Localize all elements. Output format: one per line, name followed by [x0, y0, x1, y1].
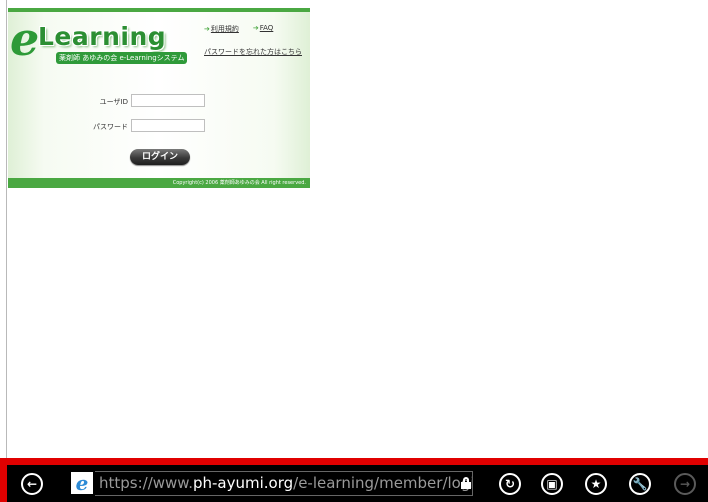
password-input[interactable]: [131, 119, 205, 132]
address-bar: ← e https://www.ph-ayumi.org/e-learning/…: [7, 465, 708, 502]
faq-link[interactable]: FAQ: [260, 24, 274, 32]
elearning-logo: e Learning 薬剤師 あゆみの会 e-Learningシステム: [8, 16, 208, 70]
browser-window: e Learning 薬剤師 あゆみの会 e-Learningシステム ➔利用規…: [0, 0, 708, 502]
logo-e-letter: e: [10, 12, 40, 66]
arrow-icon: ➔: [252, 24, 259, 32]
url-path: /e-learning/member/login.php: [293, 474, 472, 492]
password-label: パスワード: [93, 123, 128, 131]
back-icon[interactable]: ←: [21, 473, 43, 495]
ie-icon: e: [71, 472, 93, 494]
lock-icon[interactable]: [461, 477, 471, 489]
wrench-icon[interactable]: 🔧: [629, 473, 651, 495]
password-row: パスワード: [8, 119, 308, 135]
refresh-icon[interactable]: ↻: [499, 473, 521, 495]
copyright-footer: Copyright(c) 2006 薬剤師あゆみの会 All right res…: [8, 178, 310, 188]
header-links: ➔利用規約 ➔FAQ パスワードを忘れた方はこちら: [204, 24, 302, 70]
userid-input[interactable]: [131, 94, 205, 107]
url-field[interactable]: https://www.ph-ayumi.org/e-learning/memb…: [95, 471, 473, 496]
url-prefix: https://www.: [99, 474, 193, 492]
userid-row: ユーザID: [8, 94, 308, 110]
tabs-icon[interactable]: ▣: [541, 473, 563, 495]
faq-link-wrap: ➔FAQ: [253, 24, 273, 34]
star-icon[interactable]: ★: [585, 473, 607, 495]
userid-label: ユーザID: [99, 98, 128, 106]
arrow-icon: ➔: [204, 25, 210, 33]
logo-wordmark: Learning: [38, 22, 167, 51]
login-button[interactable]: ログイン: [130, 149, 190, 165]
login-panel: e Learning 薬剤師 あゆみの会 e-Learningシステム ➔利用規…: [8, 8, 310, 188]
terms-link[interactable]: 利用規約: [211, 25, 239, 33]
url-domain: ph-ayumi.org: [192, 474, 294, 492]
forward-icon: →: [674, 473, 696, 495]
logo-subtitle: 薬剤師 あゆみの会 e-Learningシステム: [56, 52, 188, 64]
forgot-password-link[interactable]: パスワードを忘れた方はこちら: [204, 47, 302, 57]
terms-link-wrap: ➔利用規約: [204, 24, 239, 34]
